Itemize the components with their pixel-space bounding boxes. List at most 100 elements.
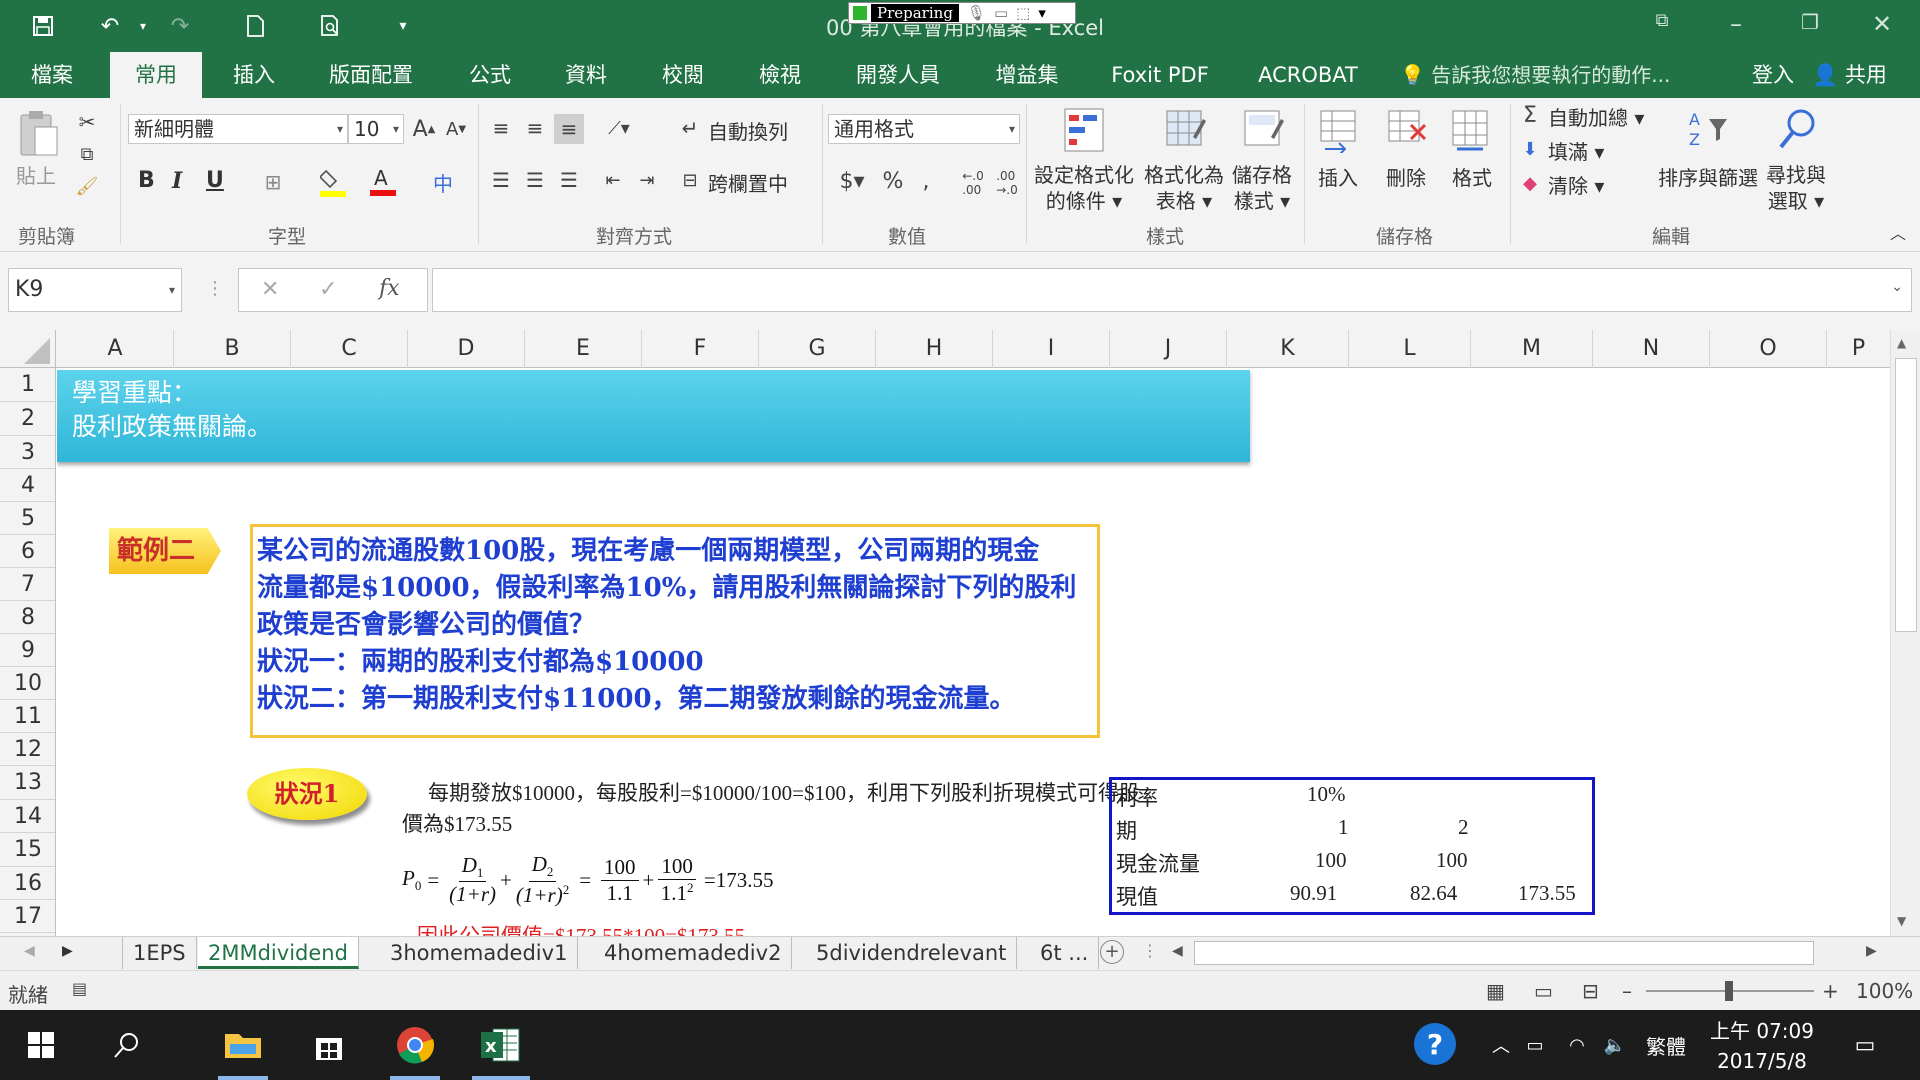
wrap-text-icon[interactable]: ↵	[678, 116, 702, 140]
worksheet[interactable]: 學習重點： 股利政策無關論。 範例二 某公司的流通股數100股，現在考慮一個兩期…	[57, 368, 1890, 936]
wrap-text-label[interactable]: 自動換列	[708, 116, 788, 145]
format-cells-label[interactable]: 格式	[1452, 162, 1492, 191]
chrome-icon[interactable]	[390, 1020, 440, 1070]
sign-in-link[interactable]: 登入	[1752, 52, 1794, 98]
page-layout-view-icon[interactable]: ▭	[1534, 979, 1553, 1003]
add-sheet-icon[interactable]: +	[1100, 940, 1124, 964]
autosum-label[interactable]: 自動加總 ▾	[1548, 102, 1644, 131]
expand-formula-icon[interactable]: ⌄	[1891, 279, 1903, 295]
minimize-icon[interactable]: –	[1716, 10, 1756, 40]
row-header[interactable]: 13	[0, 766, 55, 800]
zoom-slider-thumb[interactable]	[1725, 981, 1733, 1001]
row-header[interactable]: 7	[0, 568, 55, 601]
ribbon-display-icon[interactable]: ⧉	[1642, 10, 1682, 40]
copy-icon[interactable]: ⧉	[74, 142, 100, 166]
scroll-right-icon[interactable]: ▶	[1866, 943, 1877, 959]
align-top-icon[interactable]: ≡	[488, 116, 514, 140]
row-header[interactable]: 15	[0, 833, 55, 867]
sheet-tab[interactable]: 4homemadediv2	[594, 937, 793, 969]
column-header-b[interactable]: B	[174, 330, 291, 368]
print-preview-icon[interactable]	[316, 12, 346, 40]
row-header[interactable]: 4	[0, 469, 55, 502]
row-header[interactable]: 10	[0, 667, 55, 700]
align-right-icon[interactable]: ☰	[556, 168, 582, 192]
formula-input[interactable]: ⌄	[432, 268, 1912, 312]
column-header-c[interactable]: C	[291, 330, 408, 368]
restore-icon[interactable]: ❐	[1790, 10, 1830, 40]
row-header[interactable]: 12	[0, 733, 55, 766]
undo-dropdown-icon[interactable]: ▾	[128, 12, 158, 40]
sort-filter-icon[interactable]: AZ	[1686, 106, 1730, 152]
case-explanation[interactable]: 每期發放$10000，每股股利=$10000/100=$100，利用下列股利折現…	[402, 778, 1152, 840]
tab-insert[interactable]: 插入	[216, 52, 292, 98]
ime-indicator[interactable]: 繁體	[1644, 1020, 1688, 1070]
enter-icon[interactable]: ✓	[319, 277, 337, 302]
tab-addins[interactable]: 增益集	[980, 52, 1074, 98]
column-header-f[interactable]: F	[642, 330, 759, 368]
decrease-font-icon[interactable]: A ▼	[442, 114, 470, 144]
save-icon[interactable]	[28, 12, 58, 40]
dividend-discount-formula[interactable]: P0 = D1 (1+r) + D2 (1+r)2 = 100 1.1 + 100 1.…	[402, 850, 773, 910]
insert-cells-label[interactable]: 插入	[1318, 162, 1358, 191]
cancel-icon[interactable]: ✕	[261, 277, 279, 302]
name-box[interactable]: K9 ▾	[8, 268, 182, 312]
find-select-label[interactable]: 尋找與 選取 ▾	[1766, 162, 1826, 214]
valuation-table[interactable]: 利率 10% 期 1 2 現金流量 100 100 現值 90.91 82.64…	[1109, 777, 1595, 915]
currency-icon[interactable]: $▾	[832, 166, 872, 196]
align-center-icon[interactable]: ☰	[522, 168, 548, 192]
font-name-box[interactable]: 新細明體 ▾	[128, 114, 348, 144]
scroll-thumb[interactable]	[1895, 358, 1917, 632]
paste-icon[interactable]	[14, 108, 62, 160]
merge-center-label[interactable]: 跨欄置中	[708, 168, 788, 197]
tell-me-box[interactable]: 💡 告訴我您想要執行的動作...	[1400, 52, 1670, 98]
file-explorer-icon[interactable]	[218, 1020, 268, 1070]
tab-data[interactable]: 資料	[548, 52, 624, 98]
next-sheet-icon[interactable]: ▶	[62, 943, 73, 959]
case-label[interactable]: 狀況1	[247, 768, 367, 820]
sheet-tab[interactable]: 1EPS	[122, 937, 197, 969]
sheet-tab[interactable]: 5dividendrelevant	[806, 937, 1018, 969]
sheet-tab[interactable]: 6t ...	[1030, 937, 1100, 969]
conditional-formatting-label[interactable]: 設定格式化 的條件 ▾	[1034, 162, 1134, 214]
notification-icon[interactable]: ▭	[1840, 1020, 1890, 1070]
macro-record-icon[interactable]: ▤	[72, 979, 87, 998]
scroll-up-icon[interactable]: ▲	[1897, 336, 1906, 350]
format-painter-icon[interactable]: 🖌	[74, 174, 100, 198]
font-color-icon[interactable]: A	[368, 164, 398, 198]
tab-page-layout[interactable]: 版面配置	[318, 52, 424, 98]
column-header-i[interactable]: I	[993, 330, 1110, 368]
column-header-e[interactable]: E	[525, 330, 642, 368]
select-all-corner[interactable]	[0, 330, 56, 368]
column-header-n[interactable]: N	[1593, 330, 1710, 368]
help-icon[interactable]: ?	[1414, 1023, 1456, 1065]
row-header[interactable]: 17	[0, 900, 55, 933]
prev-sheet-icon[interactable]: ◀	[24, 943, 35, 959]
close-icon[interactable]: ✕	[1862, 10, 1902, 40]
tab-foxit-pdf[interactable]: Foxit PDF	[1100, 52, 1220, 98]
windows-start-icon[interactable]	[16, 1020, 66, 1070]
scroll-down-icon[interactable]: ▼	[1897, 914, 1906, 928]
horizontal-scrollbar[interactable]	[1194, 941, 1814, 965]
cell-styles-icon[interactable]	[1242, 106, 1286, 154]
row-header[interactable]: 14	[0, 800, 55, 833]
normal-view-icon[interactable]: ▦	[1486, 979, 1505, 1003]
tab-file[interactable]: 檔案	[14, 52, 90, 98]
tab-review[interactable]: 校閱	[645, 52, 721, 98]
zoom-in-icon[interactable]: +	[1822, 979, 1839, 1003]
insert-cells-icon[interactable]	[1316, 108, 1360, 154]
row-header[interactable]: 6	[0, 535, 55, 568]
percent-icon[interactable]: %	[878, 166, 908, 196]
row-header[interactable]: 11	[0, 700, 55, 733]
insert-function-icon[interactable]: fx	[379, 276, 400, 301]
align-left-icon[interactable]: ☰	[488, 168, 514, 192]
find-select-icon[interactable]	[1776, 106, 1820, 152]
camera-icon[interactable]: ▭	[994, 4, 1008, 22]
sheet-tab[interactable]: 3homemadediv1	[380, 937, 579, 969]
row-header[interactable]: 2	[0, 402, 55, 436]
delete-cells-icon[interactable]	[1384, 108, 1428, 154]
clock[interactable]: 上午 07:09 2017/5/8	[1710, 1016, 1814, 1076]
share-button[interactable]: 👤 共用	[1812, 52, 1887, 98]
bold-icon[interactable]: B	[138, 168, 155, 193]
more-options-icon[interactable]: ⋮	[206, 278, 224, 299]
comma-icon[interactable]: ,	[914, 166, 938, 196]
